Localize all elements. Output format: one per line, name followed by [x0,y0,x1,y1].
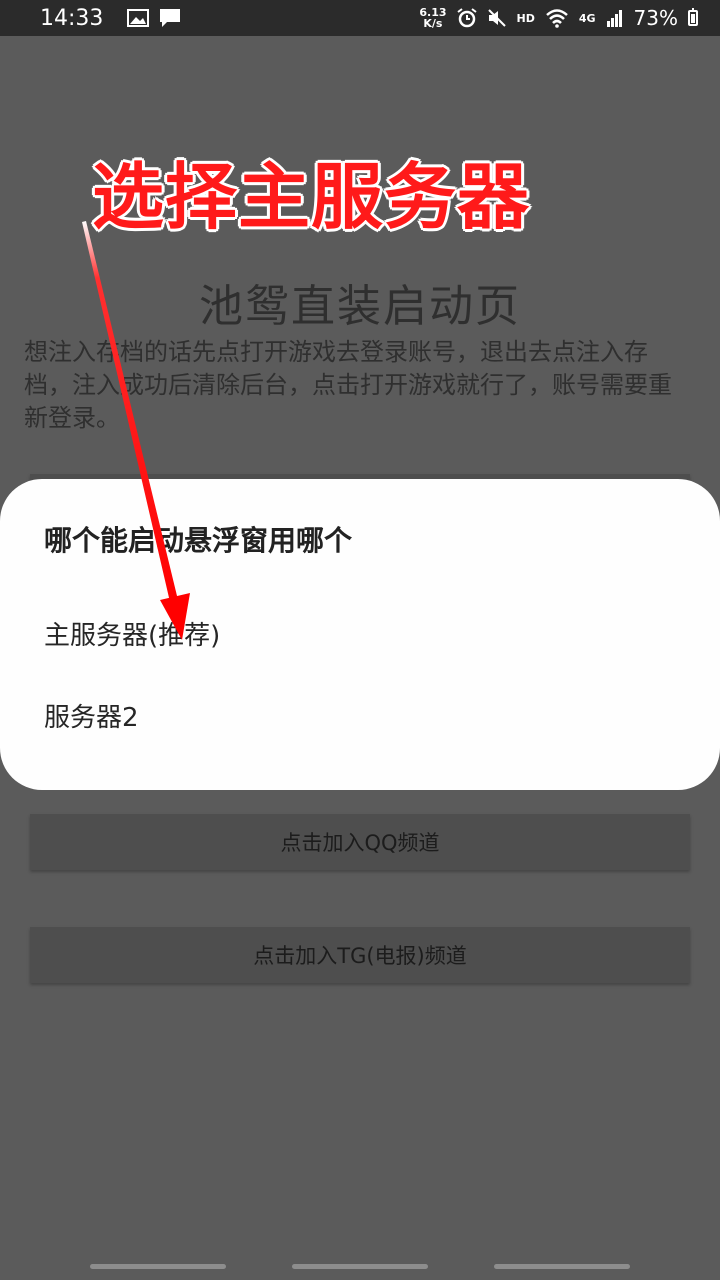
navigation-bar [0,1250,720,1280]
nav-home-handle[interactable] [292,1264,428,1269]
battery-percent: 73% [633,6,678,30]
option-server-2[interactable]: 服务器2 [44,697,139,734]
net-speed: 6.13 K/s [419,7,446,29]
option-main-server[interactable]: 主服务器(推荐) [44,615,220,652]
image-icon [127,9,150,27]
page-title: 池鸳直装启动页 [199,281,521,332]
dialog-title: 哪个能启动悬浮窗用哪个 [44,524,353,557]
network-label: 4G [578,11,596,25]
status-time: 14:33 [40,5,104,31]
page-description: 想注入存档的话先点打开游戏去登录账号，退出去点注入存档，注入成功后清除后台，点击… [24,338,672,432]
message-icon [160,9,181,27]
wifi-icon [546,9,568,28]
notification-icons [127,8,181,28]
net-speed-unit: K/s [423,17,443,30]
signal-icon [606,10,622,27]
hd-label: HD [516,11,535,25]
annotation-label: 选择主服务器 [92,155,531,239]
join-qq-button[interactable]: 点击加入QQ频道 [30,814,690,870]
status-bar: 14:33 6.13 K/s HD 4G 73% [0,0,720,36]
nav-recents-handle[interactable] [90,1264,226,1269]
alarm-icon [456,8,477,28]
battery-icon [688,8,698,26]
system-icons: 6.13 K/s HD 4G 73% [419,6,698,30]
nav-back-handle[interactable] [494,1264,630,1269]
server-select-dialog: 哪个能启动悬浮窗用哪个 主服务器(推荐) 服务器2 [0,479,720,790]
mute-icon [487,9,506,27]
join-tg-button[interactable]: 点击加入TG(电报)频道 [30,927,690,983]
